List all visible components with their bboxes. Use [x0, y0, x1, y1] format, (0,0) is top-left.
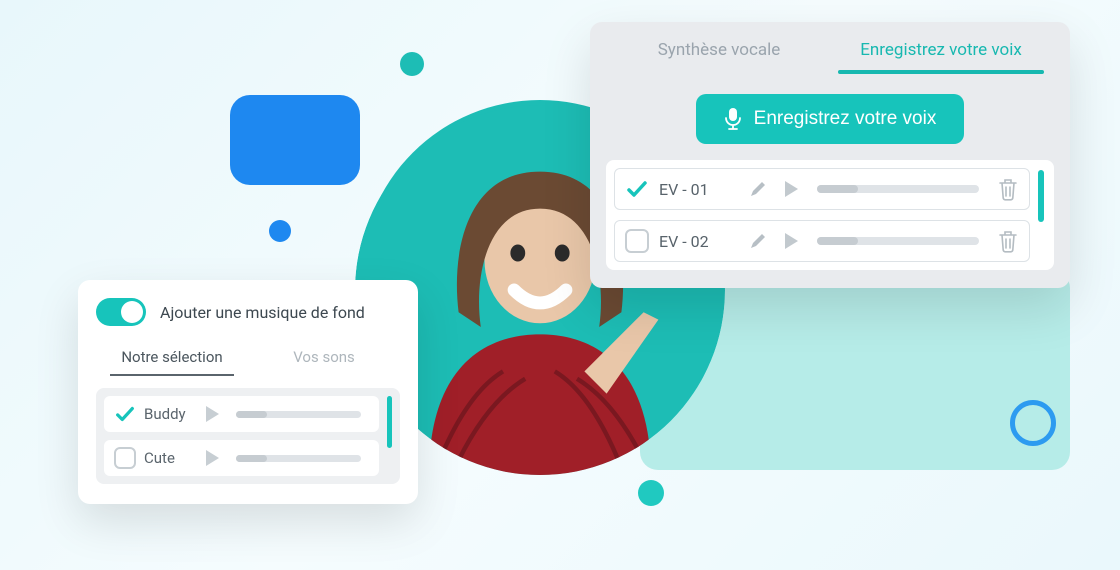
- recordings-container: EV - 01 EV - 02: [606, 160, 1054, 270]
- music-progress[interactable]: [236, 455, 361, 462]
- music-list: Buddy Cute: [104, 396, 379, 476]
- scrollbar[interactable]: [1038, 170, 1044, 222]
- record-voice-button[interactable]: Enregistrez votre voix: [696, 94, 965, 144]
- tab-your-sounds[interactable]: Vos sons: [248, 340, 400, 376]
- play-icon[interactable]: [204, 405, 220, 423]
- play-icon[interactable]: [783, 180, 799, 198]
- music-row: Cute: [104, 440, 379, 476]
- recording-row: EV - 01: [614, 168, 1030, 210]
- edit-icon[interactable]: [749, 232, 767, 250]
- voice-tabs: Synthèse vocale Enregistrez votre voix: [590, 22, 1070, 74]
- music-panel: Ajouter une musique de fond Notre sélect…: [78, 280, 418, 504]
- bg-dot-blue: [269, 220, 291, 242]
- check-icon: [114, 402, 136, 426]
- recording-label: EV - 02: [659, 232, 739, 251]
- tab-record-voice[interactable]: Enregistrez votre voix: [830, 22, 1052, 74]
- music-list-container: Buddy Cute: [96, 388, 400, 484]
- tab-tts[interactable]: Synthèse vocale: [608, 22, 830, 74]
- tab-our-selection[interactable]: Notre sélection: [96, 340, 248, 376]
- bg-ring-blue: [1010, 400, 1056, 446]
- delete-icon[interactable]: [997, 177, 1019, 201]
- music-progress[interactable]: [236, 411, 361, 418]
- bg-dot-teal: [400, 52, 424, 76]
- music-checkbox[interactable]: [114, 403, 136, 425]
- music-toggle[interactable]: [96, 298, 146, 326]
- recording-row: EV - 02: [614, 220, 1030, 262]
- bg-dot-teal-2: [638, 480, 664, 506]
- music-label: Cute: [144, 449, 196, 467]
- recording-progress[interactable]: [817, 237, 979, 245]
- recordings-list: EV - 01 EV - 02: [614, 168, 1030, 262]
- play-icon[interactable]: [783, 232, 799, 250]
- check-icon: [625, 177, 649, 201]
- bg-blue-blob: [230, 95, 360, 185]
- music-checkbox[interactable]: [114, 447, 136, 469]
- edit-icon[interactable]: [749, 180, 767, 198]
- microphone-icon: [724, 108, 742, 130]
- recording-progress[interactable]: [817, 185, 979, 193]
- music-tabs: Notre sélection Vos sons: [96, 340, 400, 376]
- voice-record-panel: Synthèse vocale Enregistrez votre voix E…: [590, 22, 1070, 288]
- delete-icon[interactable]: [997, 229, 1019, 253]
- scrollbar[interactable]: [387, 396, 392, 448]
- music-row: Buddy: [104, 396, 379, 432]
- recording-checkbox[interactable]: [625, 229, 649, 253]
- play-icon[interactable]: [204, 449, 220, 467]
- record-button-label: Enregistrez votre voix: [754, 108, 937, 130]
- music-toggle-row: Ajouter une musique de fond: [96, 298, 400, 326]
- music-label: Buddy: [144, 405, 196, 423]
- recording-checkbox[interactable]: [625, 177, 649, 201]
- recording-label: EV - 01: [659, 180, 739, 199]
- music-toggle-label: Ajouter une musique de fond: [160, 303, 365, 322]
